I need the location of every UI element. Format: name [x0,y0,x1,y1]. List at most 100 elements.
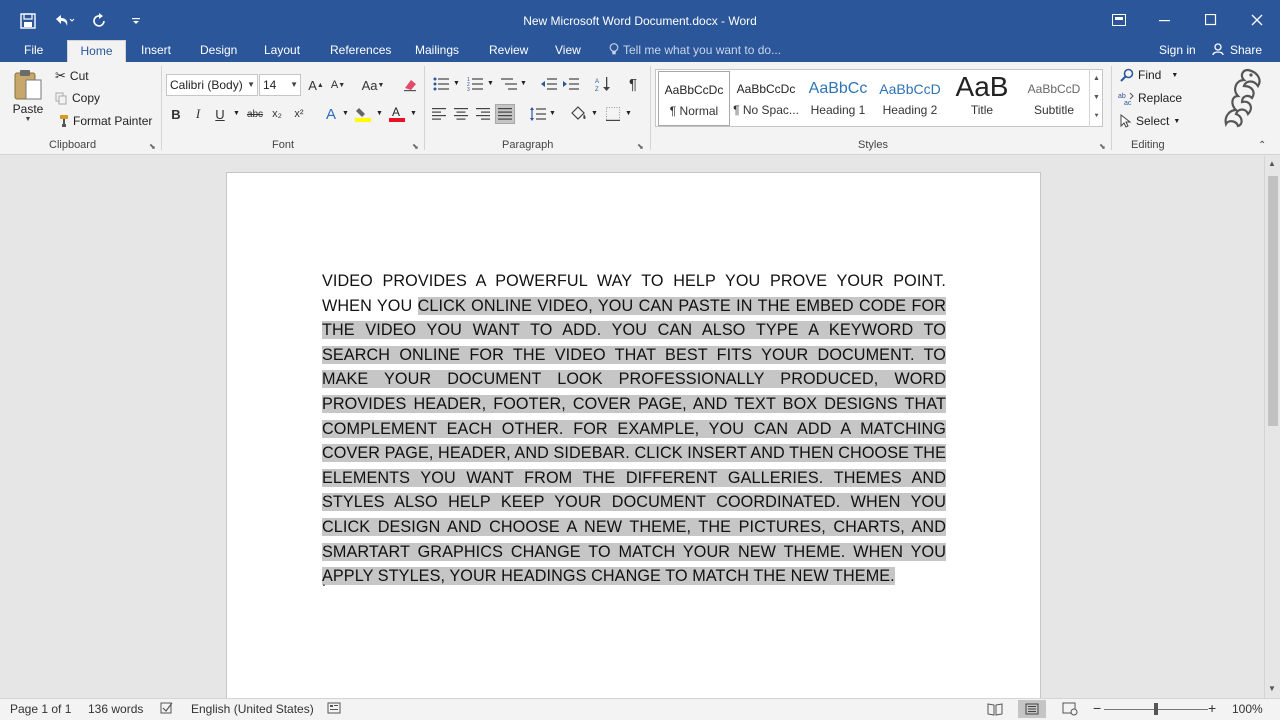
shrink-font-icon[interactable]: A ▼ [328,75,348,95]
scrollbar-thumb[interactable] [1268,176,1278,426]
proofing-icon[interactable] [160,702,174,717]
read-mode-icon[interactable] [987,702,1003,719]
style-heading-1[interactable]: AaBbCc Heading 1 [802,71,874,126]
scroll-up-icon[interactable]: ▲ [1093,75,1100,82]
copy-button[interactable]: Copy [55,91,100,105]
dialog-launcher-icon[interactable]: ⬊ [637,142,644,151]
chevron-down-icon[interactable]: ▼ [410,110,417,117]
bullets-icon[interactable] [431,74,451,94]
document-area: VIDEO PROVIDES A POWERFUL WAY TO HELP YO… [0,156,1264,698]
format-painter-button[interactable]: Format Painter [55,114,152,128]
underline-button[interactable]: U [210,104,230,124]
zoom-in-icon[interactable]: + [1208,700,1216,716]
word-count[interactable]: 136 words [88,702,143,716]
zoom-slider-thumb[interactable] [1154,703,1158,715]
superscript-button[interactable]: x² [289,104,309,124]
chevron-down-icon[interactable]: ▼ [549,110,556,117]
align-right-icon[interactable] [473,104,493,124]
scroll-down-icon[interactable]: ▼ [1268,684,1276,693]
tab-mailings[interactable]: Mailings [407,40,467,62]
align-left-icon[interactable] [429,104,449,124]
dialog-launcher-icon[interactable]: ⬊ [1099,142,1106,151]
italic-button[interactable]: I [188,104,208,124]
document-page[interactable]: VIDEO PROVIDES A POWERFUL WAY TO HELP YO… [226,172,1041,698]
tab-references[interactable]: References [322,40,399,62]
svg-text:ab: ab [1118,93,1126,100]
grow-font-icon[interactable]: A ▲ [306,75,326,95]
vertical-scrollbar[interactable]: ▲ ▼ [1264,156,1280,698]
bold-button[interactable]: B [166,104,186,124]
chevron-down-icon[interactable]: ▼ [591,110,598,117]
tab-design[interactable]: Design [192,40,245,62]
maximize-icon[interactable] [1188,0,1234,40]
dialog-launcher-icon[interactable]: ⬊ [412,142,419,151]
tab-home[interactable]: Home [67,40,126,62]
multilevel-list-icon[interactable] [499,74,519,94]
ribbon-display-options-icon[interactable] [1096,0,1142,40]
decrease-indent-icon[interactable] [539,74,559,94]
chevron-down-icon[interactable]: ▼ [487,80,494,87]
zoom-level[interactable]: 100% [1232,702,1263,716]
borders-icon[interactable] [603,104,623,124]
selected-text: CLICK ONLINE VIDEO, YOU CAN PASTE IN THE… [322,296,946,586]
font-color-icon[interactable]: A [387,104,407,124]
share-button[interactable]: Share [1212,40,1262,60]
tab-review[interactable]: Review [481,40,536,62]
chevron-down-icon[interactable]: ▼ [376,110,383,117]
style-heading-2[interactable]: AaBbCcD Heading 2 [874,71,946,126]
show-formatting-icon[interactable]: ¶ [623,74,643,94]
svg-text:Z: Z [595,87,599,92]
cut-button[interactable]: ✂ Cut [55,68,89,84]
increase-indent-icon[interactable] [561,74,581,94]
collapse-ribbon-icon[interactable]: ⌃ [1258,140,1266,151]
web-layout-icon[interactable] [1062,702,1078,719]
chevron-down-icon[interactable]: ▼ [342,110,349,117]
macro-icon[interactable] [327,702,341,717]
language[interactable]: English (United States) [191,702,314,716]
chevron-down-icon[interactable]: ▼ [233,110,240,117]
styles-gallery-scroll: ▲ ▼ ⯆ [1089,69,1103,127]
replace-button[interactable]: ab ac Replace [1118,91,1182,105]
scroll-down-icon[interactable]: ▼ [1093,94,1100,101]
page-count[interactable]: Page 1 of 1 [10,702,71,716]
font-size-select[interactable]: 14 ▼ [259,74,301,96]
subscript-button[interactable]: x₂ [267,104,287,124]
dialog-launcher-icon[interactable]: ⬊ [149,142,156,151]
body-paragraph[interactable]: VIDEO PROVIDES A POWERFUL WAY TO HELP YO… [322,269,946,589]
sort-icon[interactable]: AZ [593,74,613,94]
chevron-down-icon[interactable]: ▼ [453,80,460,87]
clear-formatting-icon[interactable] [400,75,420,95]
style-subtitle[interactable]: AaBbCcD Subtitle [1018,71,1090,126]
numbering-icon[interactable]: 123 [465,74,485,94]
strikethrough-button[interactable]: abc [245,104,265,124]
style-no-spacing[interactable]: AaBbCcDc ¶ No Spac... [730,71,802,126]
clipboard-group-label: Clipboard [49,139,97,151]
tab-layout[interactable]: Layout [256,40,308,62]
tell-me-box[interactable]: Tell me what you want to do... [609,40,781,62]
minimize-icon[interactable] [1142,0,1188,40]
print-layout-icon[interactable] [1018,700,1046,718]
select-button[interactable]: Select ▼ [1120,114,1180,128]
align-center-icon[interactable] [451,104,471,124]
zoom-out-icon[interactable]: − [1093,700,1101,716]
more-styles-icon[interactable]: ⯆ [1094,113,1100,121]
sign-in-link[interactable]: Sign in [1159,40,1196,60]
style-title[interactable]: AaB Title [946,71,1018,126]
style-normal[interactable]: AaBbCcDc ¶ Normal [658,71,730,126]
tab-view[interactable]: View [547,40,589,62]
text-effects-icon[interactable]: A [321,104,341,124]
find-button[interactable]: Find ▼ [1120,68,1178,82]
justify-icon[interactable] [495,104,515,124]
shading-icon[interactable] [568,104,588,124]
scroll-up-icon[interactable]: ▲ [1268,159,1276,168]
close-icon[interactable] [1234,0,1280,40]
chevron-down-icon[interactable]: ▼ [625,110,632,117]
tab-file[interactable]: File [16,40,51,62]
highlight-color-icon[interactable] [353,104,373,124]
chevron-down-icon[interactable]: ▼ [520,80,527,87]
paste-button[interactable]: Paste ▼ [12,68,44,123]
tab-insert[interactable]: Insert [133,40,179,62]
change-case-button[interactable]: Aa ▼ [359,75,387,95]
font-family-select[interactable]: Calibri (Body) ▼ [166,74,258,96]
line-spacing-icon[interactable] [528,104,548,124]
